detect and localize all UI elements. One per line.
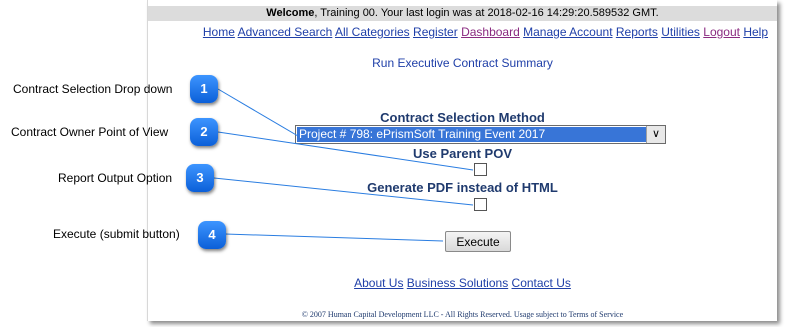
callout-text-1: Contract Selection Drop down <box>13 82 173 96</box>
callout-line-1 <box>217 88 299 137</box>
callout-badge-3: 3 <box>186 164 214 192</box>
callout-badge-4: 4 <box>198 221 226 249</box>
callout-line-2 <box>217 131 474 171</box>
callout-text-2: Contract Owner Point of View <box>11 125 169 139</box>
callout-line-3 <box>213 177 474 206</box>
callout-text-3: Report Output Option <box>58 171 173 185</box>
callout-text-4: Execute (submit button) <box>53 227 180 241</box>
callout-line-4 <box>224 233 444 242</box>
callout-badge-1: 1 <box>190 75 218 103</box>
callout-badge-2: 2 <box>190 118 218 146</box>
callout-lines <box>213 88 474 242</box>
